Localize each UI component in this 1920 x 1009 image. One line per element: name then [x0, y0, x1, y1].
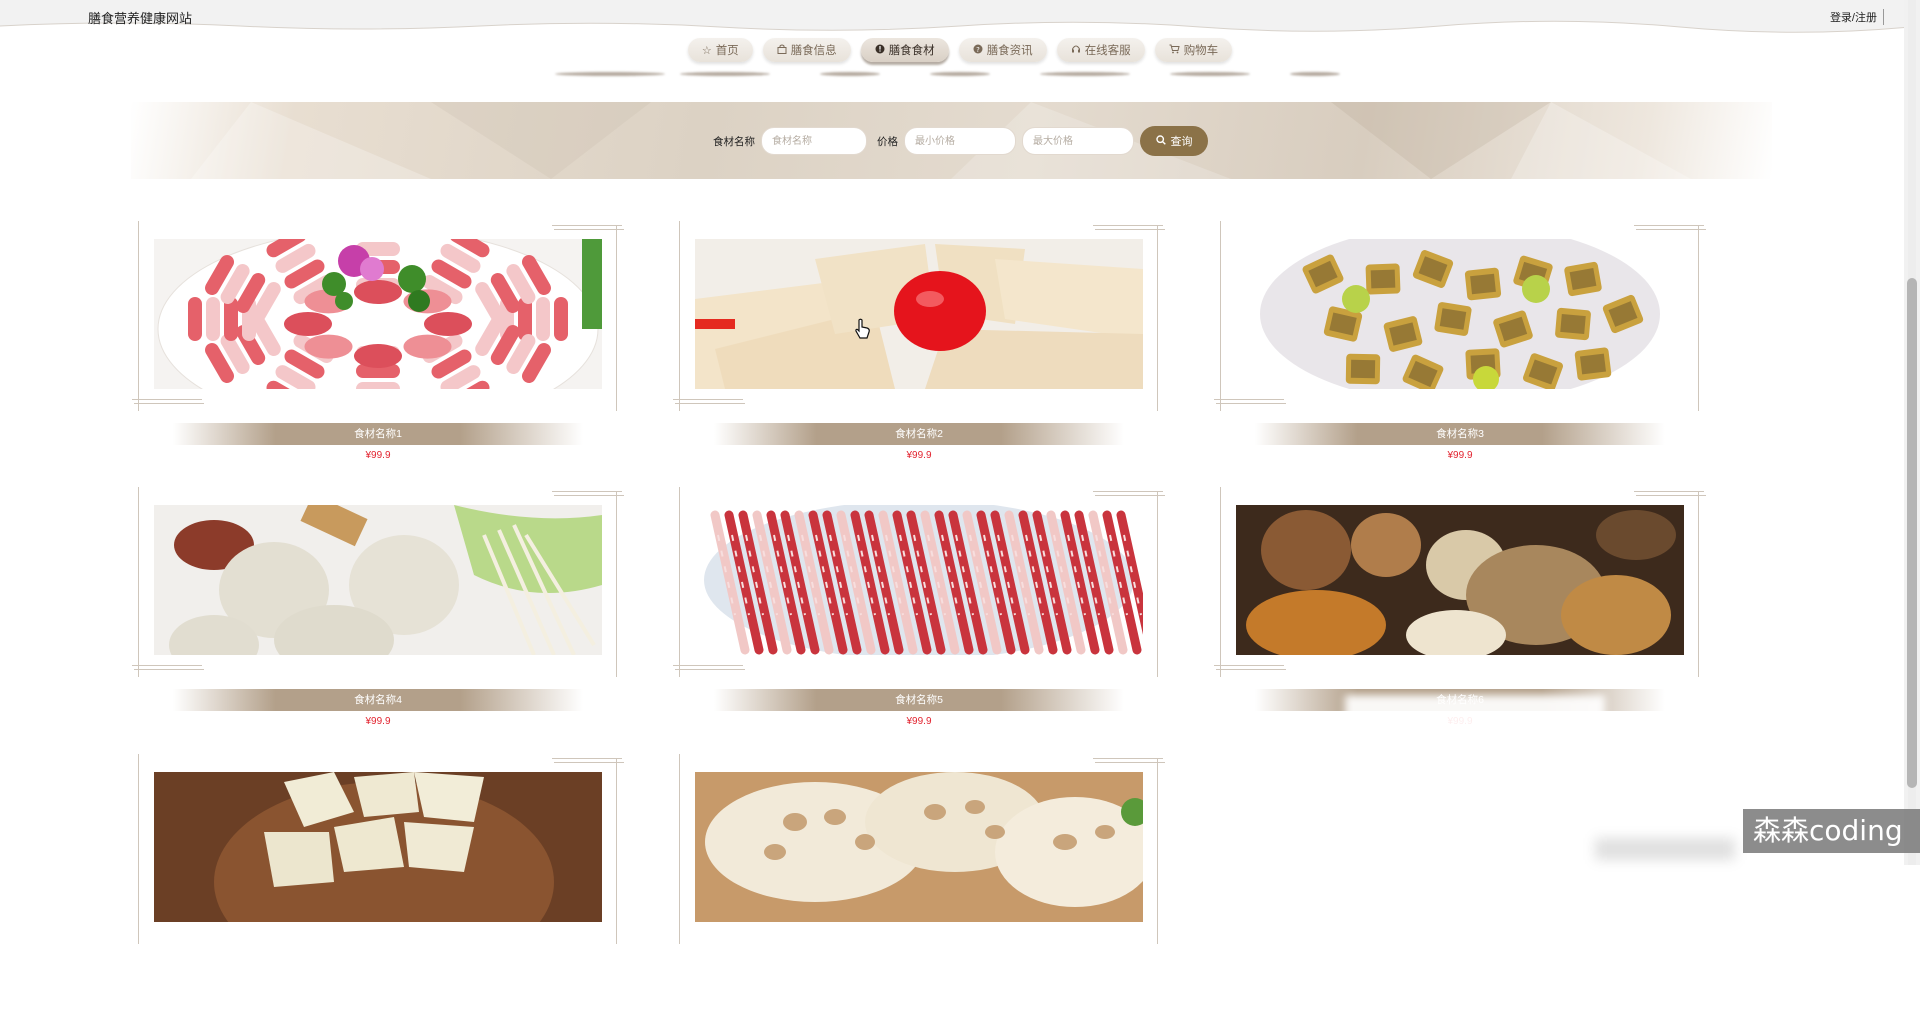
product-name[interactable]: 食材名称2: [714, 423, 1124, 445]
login-register-link[interactable]: 登录/注册: [1830, 9, 1884, 25]
headset-icon: [1071, 44, 1081, 57]
bag-icon: [777, 44, 787, 57]
search-button[interactable]: 查询: [1140, 126, 1208, 156]
nav-shadow-decoration: [550, 72, 1350, 80]
price-label: 价格: [877, 135, 898, 148]
product-name[interactable]: 食材名称4: [173, 689, 583, 711]
product-image[interactable]: [154, 505, 602, 655]
info-icon: [875, 44, 885, 57]
nav-item-ingredients[interactable]: 膳食食材: [860, 38, 949, 62]
scrollbar-thumb[interactable]: [1907, 278, 1917, 788]
nav-item-label: 膳食资讯: [986, 45, 1033, 57]
ingredient-name-input[interactable]: [761, 127, 867, 155]
nav-item-news[interactable]: ? 膳食资讯: [958, 38, 1047, 62]
product-price: ¥99.9: [906, 450, 932, 461]
search-icon: [1155, 134, 1166, 148]
product-image[interactable]: [695, 772, 1143, 922]
product-price: ¥99.9: [365, 716, 391, 727]
nav-item-home[interactable]: ☆ 首页: [687, 38, 753, 62]
product-image[interactable]: [1236, 239, 1684, 389]
max-price-input[interactable]: [1022, 127, 1134, 155]
product-name[interactable]: 食材名称3: [1255, 423, 1665, 445]
nav-item-label: 膳食信息: [790, 45, 837, 57]
svg-text:?: ?: [976, 46, 980, 54]
nav-item-cart[interactable]: 购物车: [1154, 38, 1233, 62]
header-wave-decoration: [0, 20, 1920, 38]
product-card[interactable]: 食材名称1 ¥99.9: [132, 221, 628, 476]
min-price-input[interactable]: [904, 127, 1016, 155]
mouse-cursor-icon: [853, 318, 871, 346]
search-button-label: 查询: [1170, 136, 1193, 148]
site-title: 膳食营养健康网站: [88, 11, 193, 26]
product-card[interactable]: 食材名称2 ¥99.9: [673, 221, 1169, 476]
nav-item-diet-info[interactable]: 膳食信息: [762, 38, 851, 62]
product-image[interactable]: [1236, 505, 1684, 655]
product-name[interactable]: 食材名称5: [714, 689, 1124, 711]
product-price: ¥99.9: [365, 450, 391, 461]
product-image[interactable]: [154, 239, 602, 389]
nav-item-label: 在线客服: [1084, 45, 1131, 57]
product-price: ¥99.9: [906, 716, 932, 727]
name-label: 食材名称: [713, 135, 755, 148]
top-bar: 膳食营养健康网站 登录/注册: [0, 0, 1920, 38]
product-card[interactable]: [138, 754, 628, 1009]
product-card[interactable]: 食材名称5 ¥99.9: [673, 487, 1169, 742]
product-price: ¥99.9: [1447, 450, 1473, 461]
blurred-corner-overlay: [1595, 838, 1735, 860]
product-image[interactable]: [695, 239, 1143, 389]
product-image[interactable]: [154, 772, 602, 922]
main-nav: ☆ 首页 膳食信息 膳食食材 ? 膳食资讯 在线客服 购物车: [0, 38, 1920, 62]
nav-item-label: 膳食食材: [888, 45, 935, 57]
search-form: 食材名称 价格 查询: [713, 126, 1208, 156]
product-image[interactable]: [695, 505, 1143, 655]
search-banner: 食材名称 价格 查询: [131, 102, 1772, 179]
nav-item-label: 购物车: [1183, 45, 1219, 57]
nav-item-support[interactable]: 在线客服: [1056, 38, 1145, 62]
product-card[interactable]: 食材名称3 ¥99.9: [1214, 221, 1710, 476]
product-card[interactable]: [679, 754, 1169, 1009]
nav-item-label: 首页: [715, 45, 739, 57]
watermark: 森森coding: [1743, 809, 1920, 853]
blurred-overlay: [1345, 695, 1605, 743]
product-name[interactable]: 食材名称1: [173, 423, 583, 445]
page-scrollbar[interactable]: [1904, 0, 1920, 865]
star-icon: ☆: [701, 44, 712, 57]
question-icon: ?: [973, 44, 983, 57]
product-card[interactable]: 食材名称4 ¥99.9: [132, 487, 628, 742]
cart-icon: [1169, 44, 1180, 57]
